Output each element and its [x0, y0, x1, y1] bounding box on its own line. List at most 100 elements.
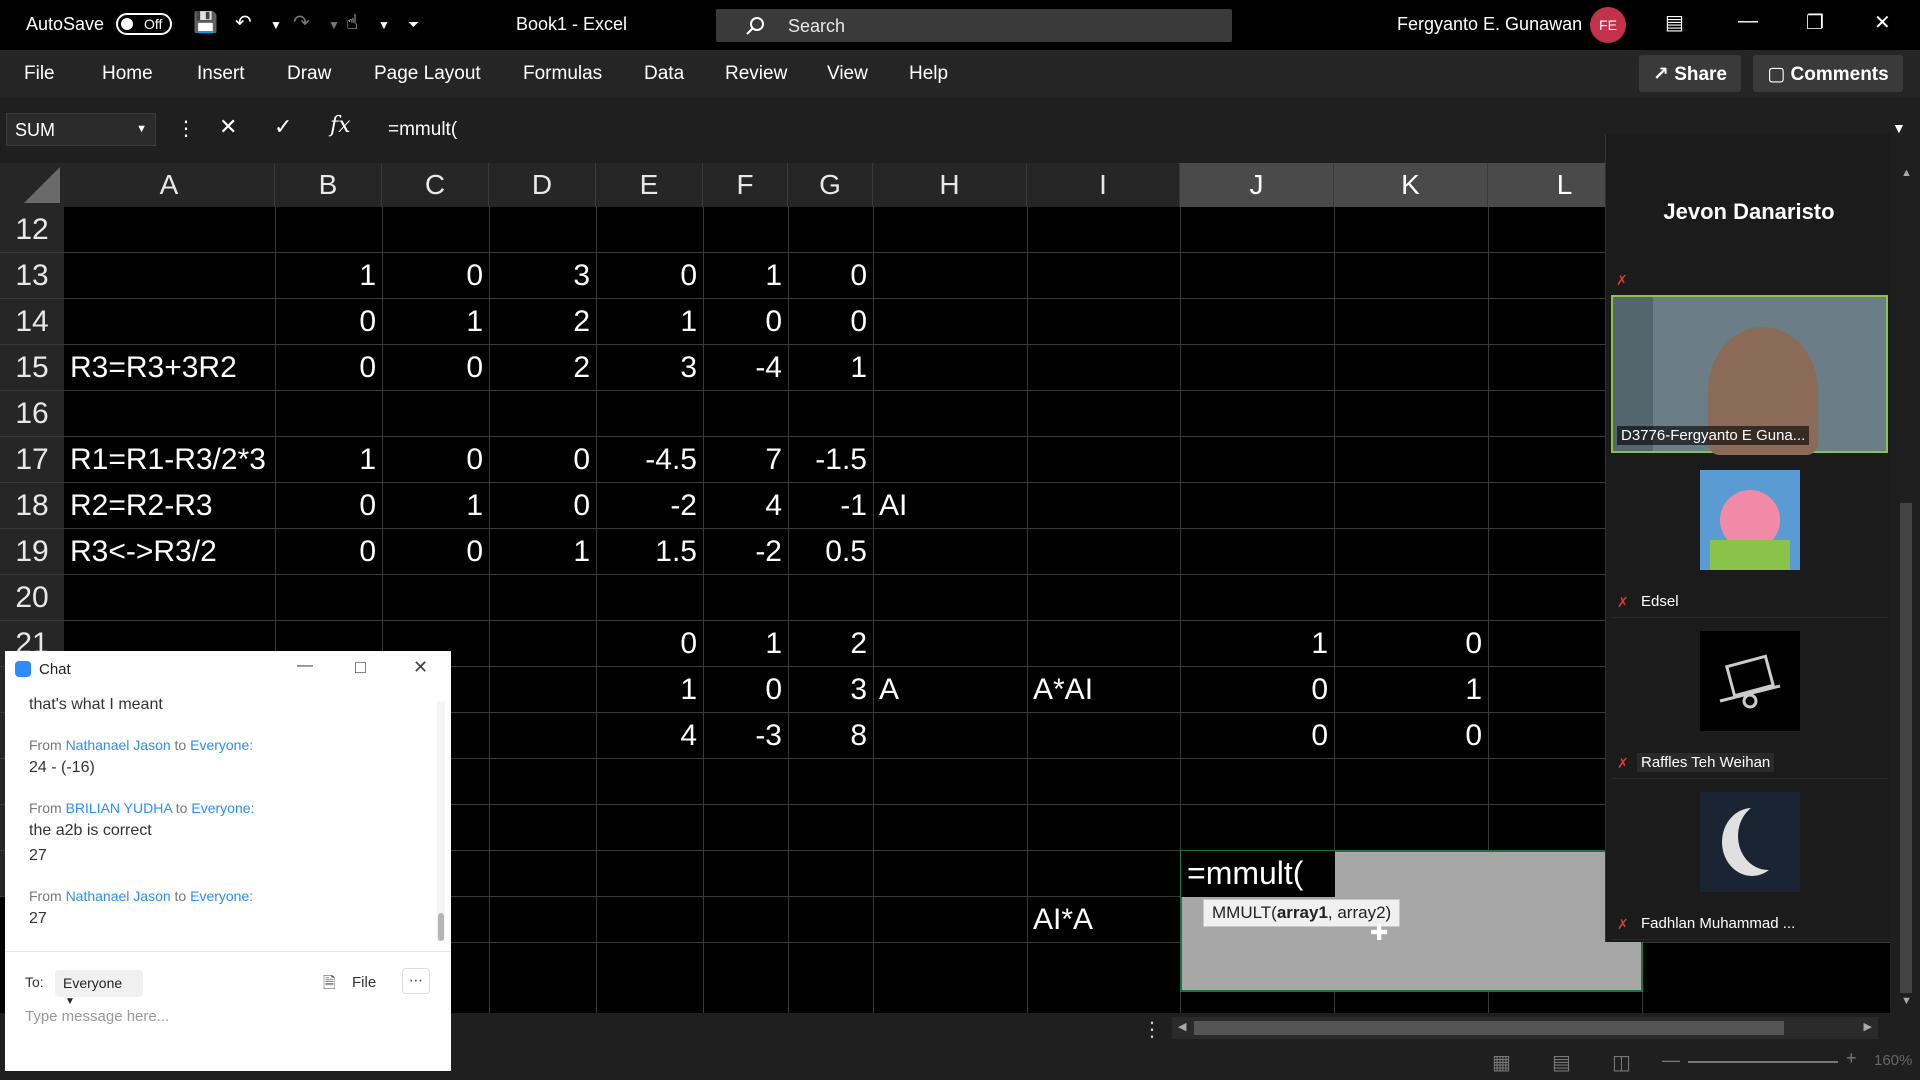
row-header-15[interactable]: 15	[0, 345, 64, 391]
cell-e17[interactable]: -4.5	[596, 437, 703, 483]
undo-icon[interactable]: ↶	[235, 10, 252, 35]
cell-b15[interactable]: 0	[275, 345, 382, 391]
normal-view-icon[interactable]: ▦	[1492, 1050, 1511, 1075]
cell-f17[interactable]: 7	[703, 437, 788, 483]
cell-d19[interactable]: 1	[489, 529, 596, 575]
cell-b18[interactable]: 0	[275, 483, 382, 529]
page-layout-view-icon[interactable]: ▤	[1552, 1050, 1571, 1075]
column-header-a[interactable]: A	[64, 163, 275, 207]
touch-mode-icon[interactable]: ☝	[346, 10, 358, 35]
zoom-level[interactable]: 160%	[1874, 1052, 1912, 1069]
cell-b17[interactable]: 1	[275, 437, 382, 483]
cell-e22[interactable]: 1	[596, 667, 703, 713]
page-break-view-icon[interactable]: ◫	[1612, 1050, 1631, 1075]
cell-e13[interactable]: 0	[596, 253, 703, 299]
cell-f18[interactable]: 4	[703, 483, 788, 529]
row-header-14[interactable]: 14	[0, 299, 64, 345]
cell-h22[interactable]: A	[873, 667, 1027, 713]
scroll-up-icon[interactable]: ▲	[1901, 167, 1912, 179]
cell-d17[interactable]: 0	[489, 437, 596, 483]
cell-a18[interactable]: R2=R2-R3	[64, 483, 275, 529]
tab-draw[interactable]: Draw	[287, 63, 331, 85]
cell-g21[interactable]: 2	[788, 621, 873, 667]
video-tile[interactable]: ✗ Raffles Teh Weihan	[1611, 621, 1888, 779]
column-header-j[interactable]: J	[1180, 163, 1334, 207]
cell-b19[interactable]: 0	[275, 529, 382, 575]
cell-i22[interactable]: A*AI	[1027, 667, 1180, 713]
cell-e23[interactable]: 4	[596, 713, 703, 759]
expand-formula-icon[interactable]: ▼	[1892, 120, 1906, 136]
maximize-icon[interactable]: □	[355, 657, 366, 678]
tab-page-layout[interactable]: Page Layout	[374, 63, 481, 85]
sender-name[interactable]: BRILIAN YUDHA	[66, 800, 172, 816]
cell-a19[interactable]: R3<->R3/2	[64, 529, 275, 575]
cancel-icon[interactable]: ✕	[219, 114, 237, 140]
cell-f13[interactable]: 1	[703, 253, 788, 299]
scroll-thumb[interactable]	[438, 913, 444, 941]
cell-j22[interactable]: 0	[1180, 667, 1334, 713]
horizontal-scrollbar[interactable]: ◀ ▶	[1172, 1017, 1878, 1039]
more-options-button[interactable]: ⋯	[402, 968, 430, 994]
scroll-thumb[interactable]	[1900, 503, 1912, 993]
cell-f15[interactable]: -4	[703, 345, 788, 391]
cell-k21[interactable]: 0	[1334, 621, 1488, 667]
cell-c19[interactable]: 0	[382, 529, 489, 575]
tab-home[interactable]: Home	[102, 63, 153, 85]
column-header-k[interactable]: K	[1334, 163, 1488, 207]
cell-c13[interactable]: 0	[382, 253, 489, 299]
undo-dropdown-icon[interactable]: ▼	[270, 18, 282, 32]
cell-g22[interactable]: 3	[788, 667, 873, 713]
cell-e14[interactable]: 1	[596, 299, 703, 345]
redo-icon[interactable]: ↷	[293, 10, 310, 35]
cell-f19[interactable]: -2	[703, 529, 788, 575]
column-header-h[interactable]: H	[873, 163, 1027, 207]
column-header-b[interactable]: B	[275, 163, 382, 207]
cell-g17[interactable]: -1.5	[788, 437, 873, 483]
avatar[interactable]: FE	[1590, 7, 1626, 43]
recipient-name[interactable]: Everyone:	[190, 737, 253, 753]
tab-data[interactable]: Data	[644, 63, 684, 85]
row-header-13[interactable]: 13	[0, 253, 64, 299]
cell-j23[interactable]: 0	[1180, 713, 1334, 759]
cell-g13[interactable]: 0	[788, 253, 873, 299]
cell-c14[interactable]: 1	[382, 299, 489, 345]
enter-icon[interactable]: ✓	[274, 114, 292, 140]
file-button[interactable]: File	[352, 974, 376, 991]
cell-e18[interactable]: -2	[596, 483, 703, 529]
chat-window[interactable]: Chat — □ ✕ that's what I meant From Nath…	[5, 651, 451, 1071]
file-icon[interactable]: 🗎	[323, 972, 336, 999]
chat-scrollbar[interactable]	[437, 701, 445, 941]
cell-k23[interactable]: 0	[1334, 713, 1488, 759]
customize-qat-icon[interactable]: ⏷	[408, 16, 419, 33]
cell-e21[interactable]: 0	[596, 621, 703, 667]
column-header-c[interactable]: C	[382, 163, 489, 207]
zoom-slider[interactable]	[1688, 1061, 1838, 1063]
tab-review[interactable]: Review	[725, 63, 787, 85]
row-header-19[interactable]: 19	[0, 529, 64, 575]
cell-d13[interactable]: 3	[489, 253, 596, 299]
cell-a15[interactable]: R3=R3+3R2	[64, 345, 275, 391]
recipient-dropdown[interactable]: Everyone ▼	[55, 970, 143, 1007]
column-header-e[interactable]: E	[596, 163, 703, 207]
cell-f22[interactable]: 0	[703, 667, 788, 713]
cell-b13[interactable]: 1	[275, 253, 382, 299]
cell-e15[interactable]: 3	[596, 345, 703, 391]
more-icon[interactable]: ⋮	[176, 116, 196, 141]
scroll-right-icon[interactable]: ▶	[1864, 1020, 1872, 1033]
cell-g19[interactable]: 0.5	[788, 529, 873, 575]
tab-formulas[interactable]: Formulas	[523, 63, 602, 85]
tab-insert[interactable]: Insert	[197, 63, 245, 85]
cell-j21[interactable]: 1	[1180, 621, 1334, 667]
cell-b14[interactable]: 0	[275, 299, 382, 345]
video-tile[interactable]: ✗ Fadhlan Muhammad ...	[1611, 782, 1888, 940]
sender-name[interactable]: Nathanael Jason	[66, 888, 171, 904]
tab-file[interactable]: File	[24, 63, 55, 85]
cell-c17[interactable]: 0	[382, 437, 489, 483]
autosave-toggle[interactable]: Off	[116, 13, 172, 35]
row-header-16[interactable]: 16	[0, 391, 64, 437]
cell-i26[interactable]: AI*A	[1027, 897, 1180, 943]
minimize-icon[interactable]: —	[1738, 10, 1758, 33]
cell-h18[interactable]: AI	[873, 483, 1027, 529]
video-tile[interactable]: ✗ Edsel	[1611, 460, 1888, 618]
cell-k22[interactable]: 1	[1334, 667, 1488, 713]
